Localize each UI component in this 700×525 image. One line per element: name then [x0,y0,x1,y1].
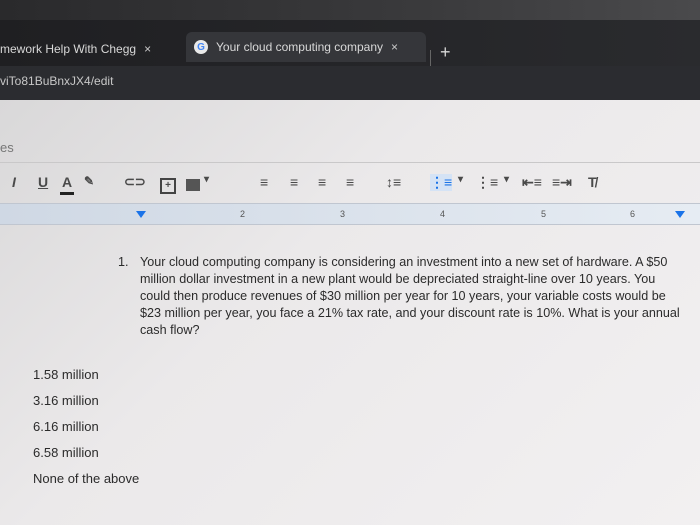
insert-comment-icon[interactable]: + [160,178,176,194]
ruler-number: 6 [630,209,636,219]
address-bar[interactable]: viTo81BuBnxJX4/edit [0,66,700,100]
align-justify-icon[interactable]: ≡ [346,174,354,190]
browser-tab-strip: mework Help With Chegg × G Your cloud co… [0,20,700,68]
right-indent-marker-icon[interactable] [675,211,685,218]
text-color-swatch-icon [60,192,74,195]
chevron-down-icon[interactable]: ▾ [204,174,209,185]
answer-option[interactable]: 6.16 million [33,419,99,434]
document-editor: es I U A ✎ ⊂⊃ + ▾ ≡ ≡ ≡ ≡ ↕≡ ⋮≡ ▾ ⋮≡ ▾ ⇤… [0,100,700,525]
screen-bezel [0,0,700,20]
tab-cloud-computing[interactable]: G Your cloud computing company × [186,32,426,62]
numbered-list-icon[interactable]: ⋮≡ [430,174,453,191]
ruler-number: 5 [541,209,547,219]
tab-chegg[interactable]: mework Help With Chegg × [0,34,180,64]
new-tab-button[interactable]: + [440,42,451,63]
ruler-number: 3 [340,209,346,219]
ruler-number: 4 [440,209,446,219]
tab-chegg-title: mework Help With Chegg [0,42,137,56]
question-text[interactable]: Your cloud computing company is consider… [140,254,680,339]
divider [0,162,700,163]
align-left-icon[interactable]: ≡ [260,174,268,190]
align-right-icon[interactable]: ≡ [318,174,326,190]
chevron-down-icon[interactable]: ▾ [458,174,463,185]
line-spacing-icon[interactable]: ↕≡ [386,174,401,190]
highlight-icon[interactable]: ✎ [84,174,94,188]
google-icon: G [194,40,208,54]
chevron-down-icon[interactable]: ▾ [504,174,509,185]
answer-option[interactable]: 6.58 million [33,445,99,460]
clear-formatting-icon[interactable]: T̸ [588,174,597,190]
bulleted-list-icon[interactable]: ⋮≡ [476,174,498,191]
indent-marker-icon[interactable] [136,211,146,218]
url-text[interactable]: viTo81BuBnxJX4/edit [0,74,113,88]
decrease-indent-icon[interactable]: ⇤≡ [522,174,542,191]
close-tab-icon[interactable]: × [391,40,398,54]
link-icon[interactable]: ⊂⊃ [124,174,146,190]
close-tab-icon[interactable]: × [144,42,151,56]
ruler-number: 2 [240,209,246,219]
align-center-icon[interactable]: ≡ [290,174,298,190]
insert-image-icon[interactable] [186,179,200,191]
menu-bar-fragment[interactable]: es [0,140,14,155]
answer-option[interactable]: None of the above [33,471,139,486]
increase-indent-icon[interactable]: ≡⇥ [552,174,572,191]
answer-option[interactable]: 3.16 million [33,393,99,408]
question-number: 1. [118,255,129,269]
answer-option[interactable]: 1.58 million [33,367,99,382]
text-color-icon[interactable]: A [62,174,72,190]
underline-icon[interactable]: U [38,174,48,190]
italic-icon[interactable]: I [12,174,16,190]
ruler[interactable]: 2 3 4 5 6 [0,203,700,225]
tab-cloud-computing-title: Your cloud computing company [216,40,383,54]
formatting-toolbar: I U A ✎ ⊂⊃ + ▾ ≡ ≡ ≡ ≡ ↕≡ ⋮≡ ▾ ⋮≡ ▾ ⇤≡ ≡… [0,172,700,202]
